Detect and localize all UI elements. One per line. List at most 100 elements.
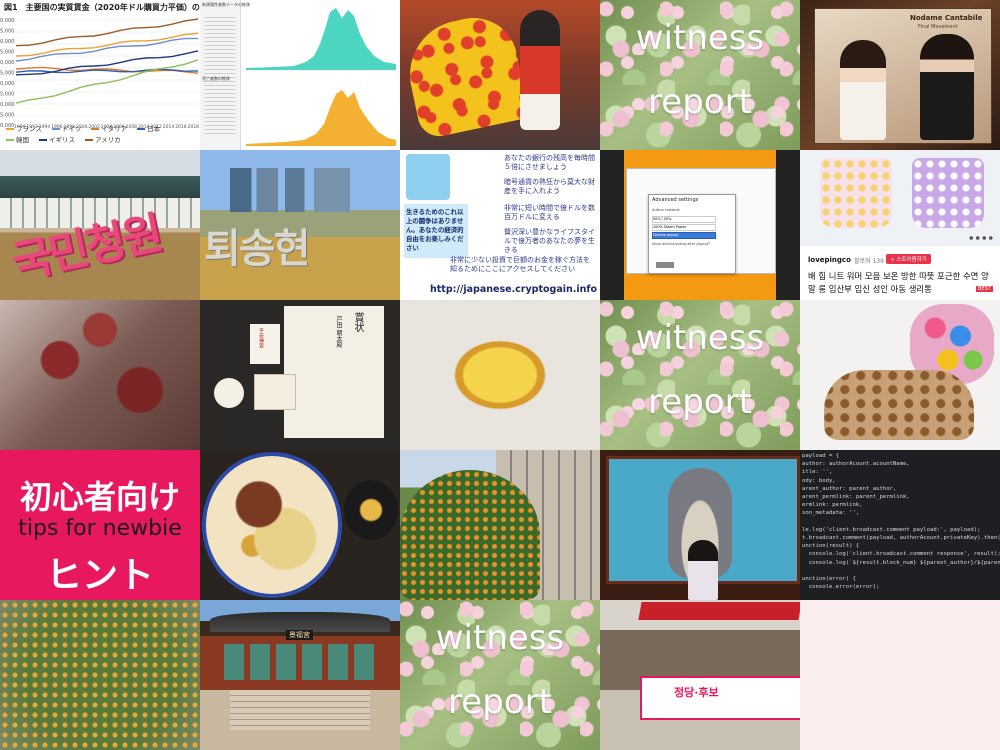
legend-item: ドイツ — [51, 124, 81, 135]
certificate-heading: 賞状 — [352, 312, 363, 332]
building-roof — [0, 176, 200, 198]
tile-tart-photo[interactable] — [400, 300, 600, 450]
tile-park-sign-photo[interactable]: 퇴송현 — [200, 150, 400, 300]
wage-y-tick: 0,000 — [0, 81, 14, 87]
legend-item: 日本 — [137, 124, 160, 135]
tile-product-listing[interactable]: lovepingco 팔로워 139 + 스토어찜하기 배 힙 니트 워머 모음… — [800, 150, 1000, 300]
tile-crypto-ad[interactable]: 生きるためのこれ以上の闘争はありません。あなたの経済的自由をお楽しみください あ… — [400, 150, 600, 300]
dialog-option-2[interactable]: 100% Steem Power — [652, 224, 716, 231]
crypto-url-link[interactable]: http://japanese.cryptogain.info — [430, 284, 597, 295]
code-line: le.log('client.broadcast.comment payload… — [802, 526, 981, 533]
wage-y-tick: 5,000 — [0, 92, 14, 98]
code-line: t.broadcast.comment(payload, authorAcoun… — [802, 535, 1000, 542]
wage-y-tick: 0,000 — [0, 39, 14, 45]
child-figure — [520, 10, 560, 130]
code-line: ody: body, — [802, 477, 836, 484]
code-line: console.log('client.broadcast.comment re… — [802, 551, 1000, 558]
crypto-side-text: 生きるためのこれ以上の闘争はありません。あなたの経済的自由をお楽しみください — [406, 208, 464, 252]
code-line: author: authorAcount.acountName, — [802, 461, 910, 468]
tile-food-bowl-photo[interactable] — [200, 450, 400, 600]
dialog-save-button[interactable] — [656, 262, 674, 268]
code-line: ermlink: permlink, — [802, 502, 863, 509]
tile-witness-report-3[interactable]: witness report — [400, 600, 600, 750]
code-line: arent_author: parent_author, — [802, 485, 897, 492]
tips-line-3: ヒント — [45, 555, 154, 596]
code-line: payload = { — [802, 453, 840, 459]
covid-panel1-chart — [246, 8, 396, 70]
palace-plaque: 景福宮 — [286, 630, 313, 640]
legend-swatch — [137, 128, 146, 130]
tile-totoro-photo[interactable] — [600, 450, 800, 600]
legend-label: イギリス — [49, 136, 75, 144]
carousel-dots[interactable] — [968, 236, 994, 240]
code-line: arent_permlink: parent_permlink, — [802, 494, 910, 501]
election-banner-text: 정당·후보 — [674, 686, 719, 699]
witness-line1: witness — [435, 618, 565, 658]
tile-covid-charts[interactable]: 新規陽性者数データの推移 死亡者数の推移 — [200, 0, 400, 150]
tile-nodame-poster[interactable]: Nodame Cantabile Final Movement — [800, 0, 1000, 150]
noodle-bowl — [202, 452, 342, 598]
follow-store-button[interactable]: + 스토어찜하기 — [886, 254, 931, 264]
sidebar-lines — [204, 14, 236, 134]
legend-item: イタリア — [91, 124, 127, 135]
plate-white — [214, 378, 244, 408]
covid-panel1-caption: 新規陽性者数データの推移 — [202, 2, 250, 7]
legend-label: アメリカ — [95, 136, 121, 144]
palace-steps — [230, 690, 370, 730]
city-towers — [230, 168, 350, 212]
legend-swatch — [6, 128, 14, 130]
tile-code-snippet[interactable]: payload = { author: authorAcount.acountNa… — [800, 450, 1000, 600]
seller-meta: 팔로워 139 — [854, 258, 884, 265]
covid-panel2-chart — [246, 90, 396, 146]
tile-settings-screenshot[interactable]: Advanced settings Author rewards 50% / 5… — [600, 150, 800, 300]
tile-petition-sign-photo[interactable]: 국민청원 — [0, 150, 200, 300]
dialog-option-1[interactable]: 50% / 50% — [652, 216, 716, 223]
legend-swatch — [51, 128, 60, 130]
dialog-field-author: Author rewards — [652, 208, 680, 212]
tips-line-1: 初心者向け — [19, 478, 180, 516]
tile-girl-costume-photo[interactable] — [400, 0, 600, 150]
crypto-line-4: 贅沢深い豊かなライフスタイルで億万者のあなたの夢を生きる — [504, 228, 595, 254]
palace-roof — [210, 612, 390, 632]
tips-line-2: tips for newbie — [18, 516, 182, 541]
wage-y-tick: 0,000 — [0, 60, 14, 66]
code-line: son_metadata: '', — [802, 510, 860, 517]
tile-witness-report-1[interactable]: witness report — [600, 0, 800, 150]
tile-empty-slot — [800, 600, 1000, 750]
tile-certificate-photo[interactable]: 賞状 戸田 朝太殿 平安神宮 — [200, 300, 400, 450]
tile-autumn-leaves-photo[interactable] — [0, 300, 200, 450]
actor-figure — [920, 34, 974, 140]
legend-swatch — [85, 139, 93, 141]
red-awning — [638, 602, 800, 620]
wage-series-line — [15, 32, 199, 57]
legend-label: 日本 — [147, 125, 161, 133]
visitor-figure — [688, 540, 718, 600]
product-name[interactable]: 배 힙 니트 워머 모음 보온 방한 따뜻 포근한 수면 양말 롱 임산부 임신… — [808, 270, 994, 296]
tile-wage-chart[interactable]: 図1 主要国の実質賃金（2020年ドル購買力平価）の推移 0,000 5,000 0… — [0, 0, 200, 150]
wage-y-tick: 0,000 — [0, 102, 14, 108]
legend-label: イタリア — [101, 125, 128, 133]
poster-subtitle: Final Movement — [918, 24, 958, 30]
tile-building-tree-photo[interactable] — [400, 450, 600, 600]
dialog-title: Advanced settings — [652, 197, 699, 203]
talisman-card — [250, 324, 280, 364]
tile-witness-report-2[interactable]: witness report — [600, 300, 800, 450]
tile-palace-photo[interactable]: 景福宮 — [200, 600, 400, 750]
legend-swatch — [6, 139, 14, 141]
wage-y-tick: 5,000 — [0, 113, 14, 119]
dialog-option-3[interactable]: Decline payout — [652, 232, 716, 239]
tile-olive-tree-photo[interactable] — [0, 600, 200, 750]
pink-sock — [820, 158, 892, 228]
witness-line2: report — [448, 682, 552, 722]
tile-tips-banner[interactable]: 初心者向け tips for newbie ヒント — [0, 450, 200, 600]
wage-chart-legend: フランス ドイツ イタリア 日本韓国 イギリス アメリカ — [6, 124, 198, 146]
actress-figure — [840, 40, 886, 140]
legend-item: フランス — [6, 124, 42, 135]
seller-name[interactable]: lovepingco — [808, 256, 851, 264]
bread-loaf — [824, 370, 974, 440]
tile-election-banner-photo[interactable]: 정당·후보 — [600, 600, 800, 750]
wage-series-line — [15, 59, 199, 104]
tile-flower-bouquet-photo[interactable] — [800, 300, 1000, 450]
